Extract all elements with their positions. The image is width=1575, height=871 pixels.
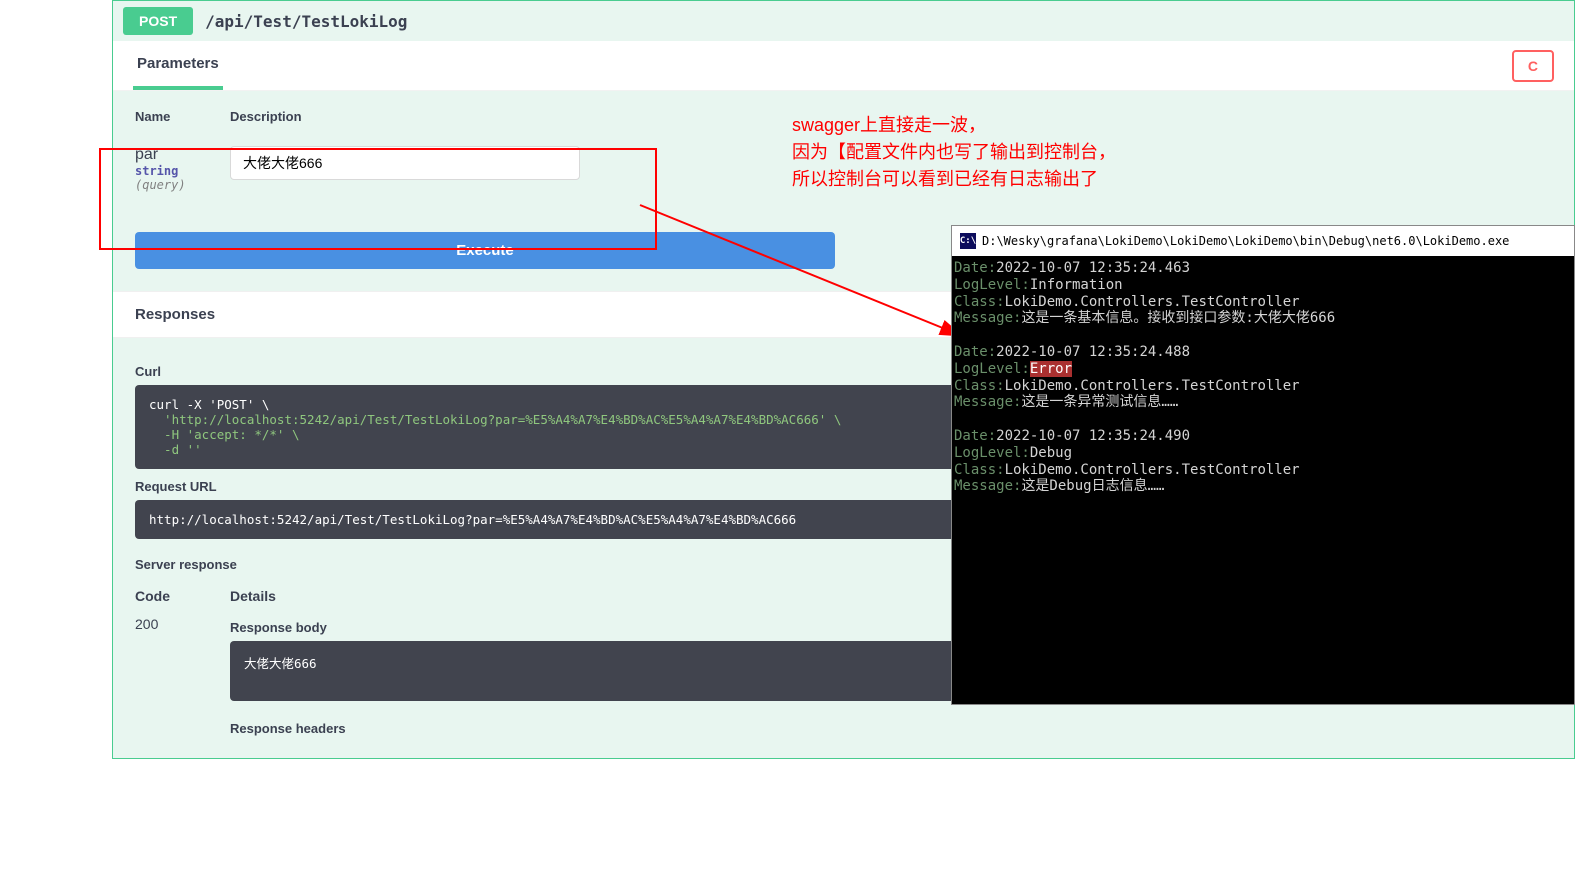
response-code: 200 xyxy=(135,610,230,742)
param-location: (query) xyxy=(135,178,230,192)
param-value-input[interactable] xyxy=(230,146,580,180)
param-type: string xyxy=(135,164,230,178)
annotation-text: swagger上直接走一波， 因为【配置文件内也写了输出到控制台， 所以控制台可… xyxy=(792,112,1116,193)
param-name: par xyxy=(135,146,230,164)
method-badge: POST xyxy=(123,7,193,35)
details-column-header: Details xyxy=(230,588,276,604)
code-column-header: Code xyxy=(135,588,230,604)
response-headers-heading: Response headers xyxy=(230,721,1552,736)
tabs-row: Parameters C xyxy=(113,41,1574,91)
console-window: C:\ D:\Wesky\grafana\LokiDemo\LokiDemo\L… xyxy=(951,225,1575,705)
cancel-button[interactable]: C xyxy=(1512,50,1554,82)
console-title-text: D:\Wesky\grafana\LokiDemo\LokiDemo\LokiD… xyxy=(982,234,1509,248)
endpoint-path: /api/Test/TestLokiLog xyxy=(205,12,407,31)
column-name-header: Name xyxy=(135,109,230,124)
operation-summary[interactable]: POST /api/Test/TestLokiLog xyxy=(113,1,1574,41)
console-app-icon: C:\ xyxy=(960,233,976,249)
console-output[interactable]: Date:2022-10-07 12:35:24.463 LogLevel:In… xyxy=(952,256,1574,499)
console-titlebar[interactable]: C:\ D:\Wesky\grafana\LokiDemo\LokiDemo\L… xyxy=(952,226,1574,256)
tab-parameters[interactable]: Parameters xyxy=(133,41,223,90)
execute-button[interactable]: Execute xyxy=(135,232,835,269)
